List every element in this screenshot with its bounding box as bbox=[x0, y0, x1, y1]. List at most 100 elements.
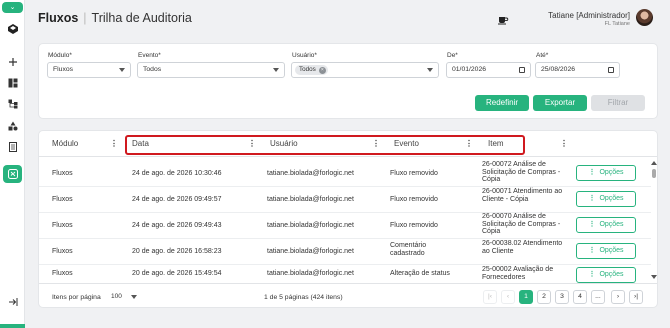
filtrar-button[interactable]: Filtrar bbox=[591, 95, 645, 111]
last-page-button[interactable]: ›| bbox=[629, 290, 643, 304]
scroll-up-icon[interactable] bbox=[651, 161, 657, 165]
calendar-icon[interactable] bbox=[519, 67, 525, 73]
cell-data: 20 de ago. de 2026 15:49:54 bbox=[132, 270, 222, 277]
cell-modulo: Fluxos bbox=[52, 270, 73, 277]
options-button[interactable]: ⋮ Opções bbox=[576, 217, 636, 233]
page-button[interactable]: 3 bbox=[555, 290, 569, 304]
table-row[interactable]: Fluxos 24 de ago. de 2026 09:49:43 tatia… bbox=[39, 213, 651, 239]
cell-modulo: Fluxos bbox=[52, 248, 73, 255]
cell-evento: Comentário cadastrado bbox=[390, 242, 427, 257]
chevron-down-icon bbox=[119, 68, 125, 72]
cell-usuario: tatiane.biolada@forlogic.net bbox=[267, 170, 354, 177]
options-button[interactable]: ⋮ Opções bbox=[576, 243, 636, 259]
cell-evento: Alteração de status bbox=[390, 270, 450, 277]
ate-date-input[interactable]: 25/08/2026 bbox=[535, 62, 620, 78]
page-ellipsis-button[interactable]: ... bbox=[591, 290, 605, 304]
sidebar: ⌄ bbox=[0, 0, 25, 328]
page-subtitle: Trilha de Auditoria bbox=[91, 11, 192, 25]
page-button[interactable]: 4 bbox=[573, 290, 587, 304]
header: Fluxos | Trilha de Auditoria bbox=[25, 0, 670, 40]
more-vertical-icon: ⋮ bbox=[588, 221, 596, 228]
per-page-label: Itens por página bbox=[52, 294, 101, 301]
modulo-value: Fluxos bbox=[53, 66, 74, 73]
page-button[interactable]: 1 bbox=[519, 290, 533, 304]
cell-modulo: Fluxos bbox=[52, 170, 73, 177]
coffee-cup-icon[interactable] bbox=[497, 13, 509, 25]
redefinir-button[interactable]: Redefinir bbox=[475, 95, 529, 111]
options-button[interactable]: ⋮ Opções bbox=[576, 191, 636, 207]
audit-table: Módulo ⋮ Data ⋮ Usuário ⋮ Evento ⋮ Item … bbox=[38, 130, 658, 308]
more-vertical-icon: ⋮ bbox=[588, 247, 596, 254]
exportar-button[interactable]: Exportar bbox=[533, 95, 587, 111]
options-label: Opções bbox=[599, 271, 624, 278]
pagination-bar: Itens por página 100 1 de 5 páginas (424… bbox=[39, 283, 657, 307]
cell-evento: Fluxo removido bbox=[390, 196, 438, 203]
hierarchy-icon[interactable] bbox=[6, 97, 19, 110]
cell-data: 24 de ago. de 2026 09:49:57 bbox=[132, 196, 222, 203]
options-label: Opções bbox=[599, 247, 624, 254]
column-header-modulo[interactable]: Módulo bbox=[52, 139, 78, 148]
evento-label: Evento* bbox=[138, 52, 161, 59]
usuario-chip[interactable]: Todos × bbox=[295, 65, 328, 75]
de-date-input[interactable]: 01/01/2026 bbox=[446, 62, 531, 78]
cell-data: 24 de ago. de 2026 09:49:43 bbox=[132, 222, 222, 229]
document-icon[interactable] bbox=[6, 140, 19, 153]
cell-evento: Fluxo removido bbox=[390, 222, 438, 229]
table-row[interactable]: Fluxos 20 de ago. de 2026 16:58:23 tatia… bbox=[39, 239, 651, 265]
add-icon[interactable] bbox=[6, 55, 19, 68]
calendar-icon[interactable] bbox=[608, 67, 614, 73]
cell-usuario: tatiane.biolada@forlogic.net bbox=[267, 196, 354, 203]
options-label: Opções bbox=[599, 221, 624, 228]
column-menu-icon[interactable]: ⋮ bbox=[110, 139, 118, 148]
cell-usuario: tatiane.biolada@forlogic.net bbox=[267, 270, 354, 277]
cell-item: 26-00072 Análise de Solicitação de Compr… bbox=[482, 161, 561, 184]
options-button[interactable]: ⋮ Opções bbox=[576, 267, 636, 283]
dashboard-icon[interactable] bbox=[6, 76, 19, 89]
cell-item: 26-00071 Atendimento ao Cliente - Cópia bbox=[482, 188, 563, 203]
user-name[interactable]: Tatiane [Administrador] bbox=[548, 11, 630, 20]
evento-value: Todos bbox=[143, 66, 162, 73]
cell-modulo: Fluxos bbox=[52, 196, 73, 203]
table-scrollbar[interactable] bbox=[651, 161, 657, 281]
logo-icon[interactable] bbox=[6, 22, 19, 35]
cell-usuario: tatiane.biolada@forlogic.net bbox=[267, 222, 354, 229]
column-menu-icon[interactable]: ⋮ bbox=[560, 139, 568, 148]
title-separator: | bbox=[83, 11, 87, 25]
scroll-down-icon[interactable] bbox=[651, 275, 657, 279]
collapse-icon[interactable] bbox=[6, 295, 19, 308]
remove-chip-icon[interactable]: × bbox=[318, 66, 326, 74]
page-button[interactable]: 2 bbox=[537, 290, 551, 304]
sidebar-bottom-accent bbox=[0, 324, 25, 328]
cell-item: 26-00070 Análise de Solicitação de Compr… bbox=[482, 213, 561, 236]
usuario-select[interactable]: Todos × bbox=[291, 62, 439, 78]
usuario-chip-label: Todos bbox=[299, 66, 316, 73]
chevron-down-icon[interactable]: ⌄ bbox=[2, 2, 23, 13]
highlight-box bbox=[125, 135, 525, 155]
next-page-button[interactable]: › bbox=[611, 290, 625, 304]
avatar[interactable] bbox=[636, 9, 653, 26]
evento-select[interactable]: Todos bbox=[137, 62, 285, 78]
de-value: 01/01/2026 bbox=[452, 66, 487, 73]
table-row[interactable]: Fluxos 24 de ago. de 2026 09:49:57 tatia… bbox=[39, 187, 651, 213]
options-label: Opções bbox=[599, 195, 624, 202]
table-row[interactable]: Fluxos 24 de ago. de 2026 10:30:46 tatia… bbox=[39, 161, 651, 187]
user-org: FL Tatiane bbox=[604, 21, 630, 27]
modulo-select[interactable]: Fluxos bbox=[47, 62, 131, 78]
scroll-thumb[interactable] bbox=[652, 169, 656, 178]
flow-icon[interactable] bbox=[3, 165, 22, 183]
ate-label: Até* bbox=[536, 52, 549, 59]
cell-data: 24 de ago. de 2026 10:30:46 bbox=[132, 170, 222, 177]
per-page-select[interactable]: 100 bbox=[111, 291, 139, 303]
page-title: Fluxos | Trilha de Auditoria bbox=[38, 11, 192, 25]
first-page-button[interactable]: |‹ bbox=[483, 290, 497, 304]
shapes-icon[interactable] bbox=[6, 119, 19, 132]
more-vertical-icon: ⋮ bbox=[588, 271, 596, 278]
page-info: 1 de 5 páginas (424 itens) bbox=[264, 294, 343, 301]
app-title: Fluxos bbox=[38, 11, 79, 25]
cell-item: 26-00038.02 Atendimento ao Cliente bbox=[482, 240, 563, 255]
options-button[interactable]: ⋮ Opções bbox=[576, 165, 636, 181]
modulo-label: Módulo* bbox=[48, 52, 72, 59]
table-row[interactable]: Fluxos 20 de ago. de 2026 15:49:54 tatia… bbox=[39, 265, 651, 283]
table-header: Módulo ⋮ Data ⋮ Usuário ⋮ Evento ⋮ Item … bbox=[39, 131, 657, 157]
prev-page-button[interactable]: ‹ bbox=[501, 290, 515, 304]
